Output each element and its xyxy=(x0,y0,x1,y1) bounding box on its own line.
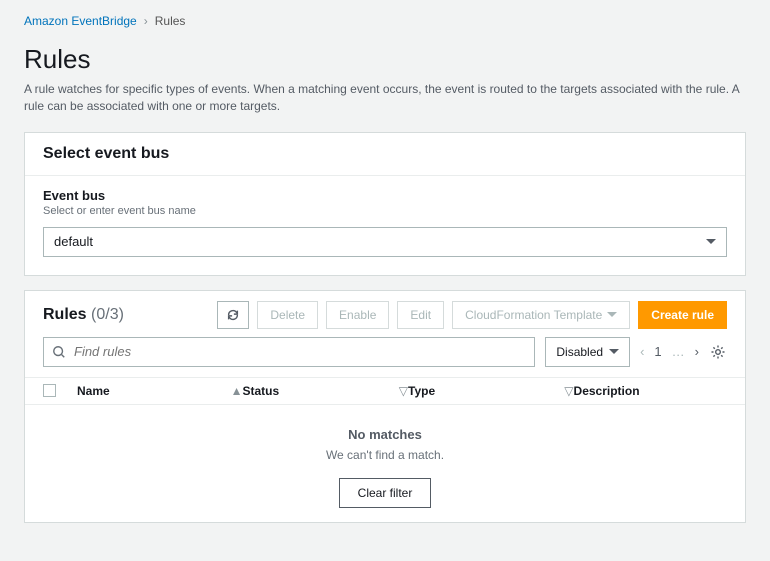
rules-panel: Rules (0/3) Delete Enable Edit CloudForm… xyxy=(24,290,746,523)
empty-state: No matches We can't find a match. Clear … xyxy=(25,405,745,522)
col-type[interactable]: Type xyxy=(408,384,548,398)
rules-count: (0/3) xyxy=(91,306,124,323)
chevron-down-icon xyxy=(609,349,619,354)
pagination: ‹ 1 … › xyxy=(640,344,699,359)
event-bus-panel-title: Select event bus xyxy=(25,133,745,176)
chevron-right-icon: › xyxy=(144,14,148,28)
breadcrumb: Amazon EventBridge › Rules xyxy=(24,14,746,28)
col-status[interactable]: Status xyxy=(243,384,383,398)
table-header: Name ▲ Status ▽ Type ▽ Description xyxy=(25,377,745,405)
event-bus-label: Event bus xyxy=(43,188,727,203)
col-name[interactable]: Name xyxy=(77,384,217,398)
status-filter-value: Disabled xyxy=(556,345,603,359)
sort-name-asc-icon[interactable]: ▲ xyxy=(217,384,243,398)
status-filter-dropdown[interactable]: Disabled xyxy=(545,337,630,367)
pager-next[interactable]: › xyxy=(695,344,699,359)
page-subtitle: A rule watches for specific types of eve… xyxy=(24,81,746,116)
event-bus-select[interactable]: default xyxy=(43,227,727,257)
event-bus-panel: Select event bus Event bus Select or ent… xyxy=(24,132,746,276)
event-bus-hint: Select or enter event bus name xyxy=(43,205,727,217)
gear-icon xyxy=(710,344,726,360)
search-input[interactable] xyxy=(72,343,526,360)
search-input-wrapper[interactable] xyxy=(43,337,535,367)
search-icon xyxy=(52,345,66,359)
edit-button[interactable]: Edit xyxy=(397,301,444,329)
chevron-down-icon xyxy=(706,239,716,244)
enable-button[interactable]: Enable xyxy=(326,301,389,329)
page-title: Rules xyxy=(24,44,746,75)
pager-ellipsis: … xyxy=(672,344,685,359)
clear-filter-button[interactable]: Clear filter xyxy=(339,478,432,508)
empty-headline: No matches xyxy=(25,427,745,442)
breadcrumb-root[interactable]: Amazon EventBridge xyxy=(24,14,137,28)
col-description[interactable]: Description xyxy=(574,384,727,398)
pager-current: 1 xyxy=(654,344,661,359)
select-all-checkbox[interactable] xyxy=(43,384,56,397)
rules-panel-title: Rules (0/3) xyxy=(43,306,124,324)
cloudformation-template-button[interactable]: CloudFormation Template xyxy=(452,301,630,329)
breadcrumb-current: Rules xyxy=(155,14,186,28)
rules-title-text: Rules xyxy=(43,306,87,323)
pager-prev[interactable]: ‹ xyxy=(640,344,644,359)
refresh-icon xyxy=(226,308,240,322)
delete-button[interactable]: Delete xyxy=(257,301,318,329)
cloudformation-label: CloudFormation Template xyxy=(465,308,602,322)
settings-button[interactable] xyxy=(709,344,727,360)
refresh-button[interactable] xyxy=(217,301,249,329)
event-bus-selected-value: default xyxy=(54,234,93,249)
chevron-down-icon xyxy=(607,312,617,317)
sort-type-icon[interactable]: ▽ xyxy=(548,384,574,398)
create-rule-button[interactable]: Create rule xyxy=(638,301,727,329)
sort-status-icon[interactable]: ▽ xyxy=(382,384,408,398)
empty-sub: We can't find a match. xyxy=(25,448,745,462)
